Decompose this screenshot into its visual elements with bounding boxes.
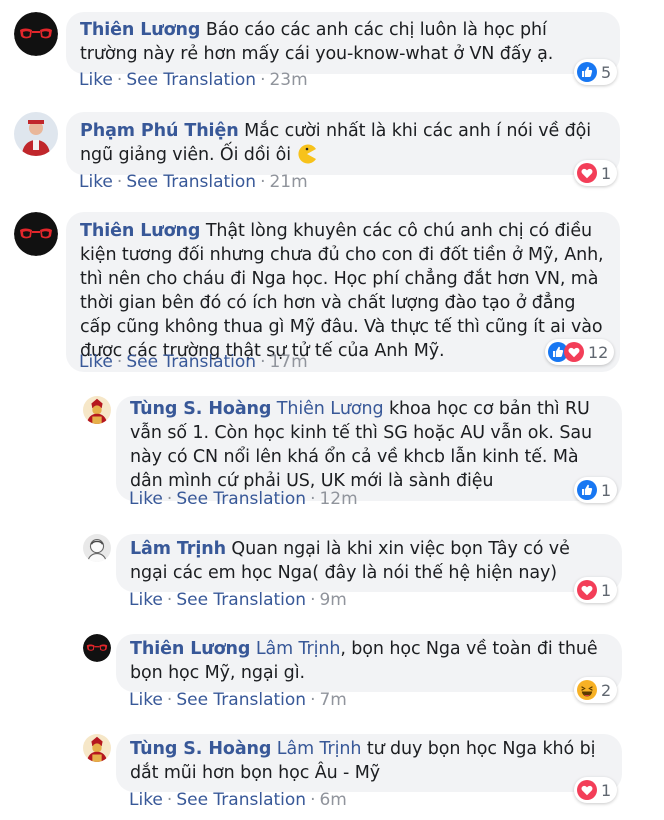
avatar[interactable] — [83, 634, 111, 662]
reaction-summary[interactable]: 1 — [574, 160, 618, 186]
love-reaction-icon — [577, 580, 597, 600]
timestamp[interactable]: 17m — [269, 352, 307, 372]
reply-author[interactable]: Tùng S. Hoàng — [130, 739, 271, 759]
timestamp[interactable]: 21m — [269, 172, 307, 192]
haha-reaction-icon — [577, 680, 597, 700]
like-link[interactable]: Like — [129, 790, 163, 810]
reply-bubble: Tùng S. Hoàng Lâm Trịnh tư duy bọn học N… — [116, 734, 622, 792]
love-reaction-icon — [564, 342, 584, 362]
reaction-summary[interactable]: 1 — [574, 777, 618, 803]
person-avatar-icon — [14, 112, 58, 156]
love-reaction-icon — [577, 163, 597, 183]
comment-bubble: Thiên Lương Thật lòng khuyên các cô chú … — [66, 212, 620, 372]
reply-bubble: Thiên Lương Lâm Trịnh, bọn học Nga về to… — [116, 634, 622, 692]
like-link[interactable]: Like — [79, 70, 113, 90]
see-translation-link[interactable]: See Translation — [176, 489, 306, 509]
timestamp[interactable]: 9m — [319, 590, 346, 610]
timestamp[interactable]: 7m — [319, 690, 346, 710]
comment-author[interactable]: Thiên Lương — [80, 221, 200, 241]
red-glasses-avatar-icon — [14, 212, 58, 256]
reply-actions: Like · See Translation · 7m — [129, 690, 347, 710]
like-link[interactable]: Like — [79, 352, 113, 372]
warrior-avatar-icon — [83, 396, 111, 424]
avatar[interactable] — [83, 734, 111, 762]
avatar[interactable] — [14, 12, 58, 56]
reaction-summary[interactable]: 1 — [574, 577, 618, 603]
reaction-count: 1 — [601, 580, 612, 600]
reply-author[interactable]: Thiên Lương — [130, 639, 250, 659]
like-link[interactable]: Like — [129, 590, 163, 610]
see-translation-link[interactable]: See Translation — [126, 352, 256, 372]
reaction-count: 5 — [601, 62, 612, 82]
like-reaction-icon — [577, 480, 597, 500]
timestamp[interactable]: 6m — [319, 790, 346, 810]
reply-mention[interactable]: Lâm Trịnh — [256, 639, 341, 659]
comment-actions: Like · See Translation · 23m — [79, 70, 308, 90]
reply-author[interactable]: Lâm Trịnh — [130, 539, 226, 559]
sketch-avatar-icon — [83, 534, 111, 562]
see-translation-link[interactable]: See Translation — [126, 172, 256, 192]
reply-bubble: Lâm Trịnh Quan ngại là khi xin việc bọn … — [116, 534, 622, 592]
see-translation-link[interactable]: See Translation — [176, 690, 306, 710]
reply-bubble: Tùng S. Hoàng Thiên Lương khoa học cơ bả… — [116, 396, 622, 501]
comment-bubble: Thiên Lương Báo cáo các anh các chị luôn… — [66, 12, 620, 74]
reaction-count: 1 — [601, 163, 612, 183]
timestamp[interactable]: 23m — [269, 70, 307, 90]
avatar[interactable] — [83, 534, 111, 562]
love-reaction-icon — [577, 780, 597, 800]
comment-author[interactable]: Thiên Lương — [80, 20, 200, 40]
reaction-summary[interactable]: 12 — [545, 339, 615, 365]
reaction-summary[interactable]: 1 — [574, 477, 618, 503]
avatar[interactable] — [83, 396, 111, 424]
reaction-count: 1 — [601, 480, 612, 500]
reaction-summary[interactable]: 5 — [574, 59, 618, 85]
reply-actions: Like · See Translation · 6m — [129, 790, 347, 810]
reaction-count: 12 — [588, 342, 609, 362]
like-link[interactable]: Like — [129, 690, 163, 710]
warrior-avatar-icon — [83, 734, 111, 762]
see-translation-link[interactable]: See Translation — [126, 70, 256, 90]
reaction-summary[interactable]: 2 — [574, 677, 618, 703]
reply-mention[interactable]: Thiên Lương — [277, 399, 384, 419]
avatar[interactable] — [14, 112, 58, 156]
reply-actions: Like · See Translation · 9m — [129, 590, 347, 610]
pacman-emoji-icon — [297, 144, 316, 164]
see-translation-link[interactable]: See Translation — [176, 590, 306, 610]
like-reaction-icon — [577, 62, 597, 82]
like-link[interactable]: Like — [129, 489, 163, 509]
see-translation-link[interactable]: See Translation — [176, 790, 306, 810]
avatar[interactable] — [14, 212, 58, 256]
comment-bubble: Phạm Phú Thiện Mắc cười nhất là khi các … — [66, 112, 620, 175]
reply-author[interactable]: Tùng S. Hoàng — [130, 399, 271, 419]
comment-author[interactable]: Phạm Phú Thiện — [80, 121, 239, 141]
comment-text: Thật lòng khuyên các cô chú anh chị có đ… — [80, 221, 604, 361]
timestamp[interactable]: 12m — [319, 489, 357, 509]
reply-mention[interactable]: Lâm Trịnh — [277, 739, 362, 759]
comment-actions: Like · See Translation · 17m — [79, 352, 308, 372]
comment-actions: Like · See Translation · 21m — [79, 172, 308, 192]
reaction-count: 2 — [601, 680, 612, 700]
red-glasses-avatar-icon — [83, 634, 111, 662]
reply-actions: Like · See Translation · 12m — [129, 489, 358, 509]
red-glasses-avatar-icon — [14, 12, 58, 56]
reaction-count: 1 — [601, 780, 612, 800]
like-link[interactable]: Like — [79, 172, 113, 192]
